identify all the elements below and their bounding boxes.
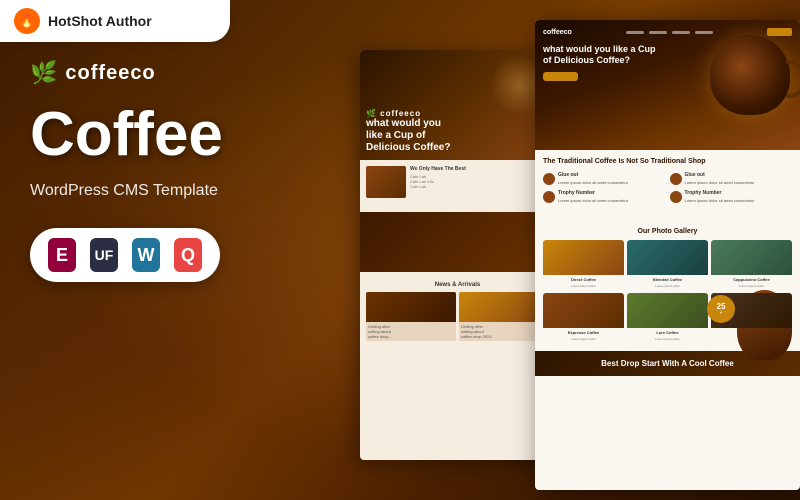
gallery-label-1: Direct Coffee: [543, 275, 624, 284]
gallery-desc-1: Lorem ipsum dolor: [543, 284, 624, 290]
quix-icon: Q: [174, 238, 202, 272]
preview-right-mockup: coffeeco what would you like a Cup of De…: [535, 20, 800, 490]
feature-text-2: Glue out Lorem ipsum dolor sit amet cons…: [685, 172, 755, 186]
feature-text-3: Trophy Number Lorem ipsum dolor sit amet…: [558, 190, 628, 204]
subtitle: WordPress CMS Template: [30, 182, 223, 200]
pright-hero: coffeeco what would you like a Cup of De…: [535, 20, 800, 150]
card-body-1: Cafe LabCafe Lab InfoCafe Lab: [410, 174, 549, 190]
pleft-hero: 🌿 coffeeco what would youlike a Cup ofDe…: [360, 50, 555, 160]
pright-features-grid: Glue out Lorem ipsum dolor sit amet cons…: [543, 172, 792, 203]
pleft-divider: [360, 212, 555, 272]
pleft-logo: 🌿 coffeeco: [366, 109, 549, 118]
experience-badge: 25 +: [707, 295, 735, 323]
feature-1: Glue out Lorem ipsum dolor sit amet cons…: [543, 172, 666, 186]
gallery-label-2: Blended Coffee: [627, 275, 708, 284]
feature-2: Glue out Lorem ipsum dolor sit amet cons…: [670, 172, 793, 186]
brand-name: coffeeco: [65, 62, 155, 85]
bottom-text: Best Drop Start With A Cool Coffee: [543, 359, 792, 369]
preview-panel: 🌿 coffeeco what would youlike a Cup ofDe…: [360, 20, 800, 500]
plugin-badge: E UF W Q: [30, 228, 220, 282]
gallery-img-4: [543, 293, 624, 328]
news-card-1: Getting afterwriting aboutcoffee shop...: [366, 292, 456, 341]
pright-nav-links: [626, 31, 713, 34]
section-card-1: We Only Have The Best Cafe LabCafe Lab I…: [366, 166, 549, 198]
gallery-label-5: Lure Coffee: [627, 328, 708, 337]
pright-section1-title: The Traditional Coffee Is Not So Traditi…: [543, 158, 792, 166]
feature-4: Trophy Number Lorem ipsum dolor sit amet…: [670, 190, 793, 204]
coffee-cup-decoration: [710, 35, 790, 115]
gallery-item-4: Espresso Coffee Lorem ipsum dolor: [543, 293, 624, 343]
pright-nav-btn: [767, 28, 792, 36]
brand-logo: 🌿 coffeeco: [30, 60, 223, 86]
gallery-img-5: [627, 293, 708, 328]
pright-features-section: The Traditional Coffee Is Not So Traditi…: [535, 150, 800, 218]
pleft-tagline: what would youlike a Cup ofDelicious Cof…: [366, 118, 549, 154]
gallery-item-5: Lure Coffee Lorem ipsum dolor: [627, 293, 708, 343]
feature-3: Trophy Number Lorem ipsum dolor sit amet…: [543, 190, 666, 204]
wordpress-icon: W: [132, 238, 160, 272]
feature-title-4: Trophy Number: [685, 190, 755, 197]
badge-plus: +: [720, 311, 723, 316]
news-card-img-1: [366, 292, 456, 322]
card-text-1: We Only Have The Best Cafe LabCafe Lab I…: [410, 166, 549, 190]
gallery-label-4: Espresso Coffee: [543, 328, 624, 337]
top-bar: 🔥 HotShot Author: [0, 0, 230, 42]
news-card-text-1: Getting afterwriting aboutcoffee shop...: [366, 322, 456, 341]
elementor-icon: E: [48, 238, 76, 272]
feature-title-1: Glue out: [558, 172, 628, 179]
pright-hero-btn: [543, 72, 578, 81]
feature-icon-3: [543, 191, 555, 203]
gallery-img-2: [627, 240, 708, 275]
news-grid: Getting afterwriting aboutcoffee shop...…: [366, 292, 549, 341]
feature-text-4: Trophy Number Lorem ipsum dolor sit amet…: [685, 190, 755, 204]
feature-text-1: Glue out Lorem ipsum dolor sit amet cons…: [558, 172, 628, 186]
pright-hero-text: what would you like a Cup of Delicious C…: [543, 44, 663, 66]
hotshot-icon: 🔥: [14, 8, 40, 34]
gallery-img-1: [543, 240, 624, 275]
pleft-news: News & Arrivals Getting afterwriting abo…: [360, 276, 555, 347]
feature-icon-2: [670, 173, 682, 185]
card-image-1: [366, 166, 406, 198]
feature-icon-4: [670, 191, 682, 203]
uf-icon: UF: [90, 238, 118, 272]
gallery-img-3: [711, 240, 792, 275]
news-title: News & Arrivals: [366, 282, 549, 288]
gallery-item-1: Direct Coffee Lorem ipsum dolor: [543, 240, 624, 290]
brand-leaf-icon: 🌿: [30, 60, 57, 86]
feature-icon-1: [543, 173, 555, 185]
gallery-title: Our Photo Gallery: [543, 228, 792, 235]
main-title: Coffee: [30, 104, 223, 166]
gallery-item-2: Blended Coffee Lorem ipsum dolor: [627, 240, 708, 290]
nav-link-4: [695, 31, 713, 34]
gallery-desc-4: Lorem ipsum dolor: [543, 337, 624, 343]
pright-nav-logo: coffeeco: [543, 29, 572, 36]
nav-link-3: [672, 31, 690, 34]
nav-link-1: [626, 31, 644, 34]
gallery-desc-5: Lorem ipsum dolor: [627, 337, 708, 343]
gallery-desc-3: Lorem ipsum dolor: [711, 284, 792, 290]
plugin-icons-row: E UF W Q: [30, 228, 223, 282]
gallery-desc-2: Lorem ipsum dolor: [627, 284, 708, 290]
pleft-section1: We Only Have The Best Cafe LabCafe Lab I…: [360, 160, 555, 208]
left-panel: 🌿 coffeeco Coffee WordPress CMS Template…: [30, 60, 223, 282]
gallery-item-3: Cappuccino Coffee Lorem ipsum dolor: [711, 240, 792, 290]
gallery-label-3: Cappuccino Coffee: [711, 275, 792, 284]
feature-title-2: Glue out: [685, 172, 755, 179]
preview-left-mockup: 🌿 coffeeco what would youlike a Cup ofDe…: [360, 50, 555, 460]
hotshot-title: HotShot Author: [48, 13, 152, 29]
nav-link-2: [649, 31, 667, 34]
card-title-1: We Only Have The Best: [410, 166, 549, 172]
feature-title-3: Trophy Number: [558, 190, 628, 197]
